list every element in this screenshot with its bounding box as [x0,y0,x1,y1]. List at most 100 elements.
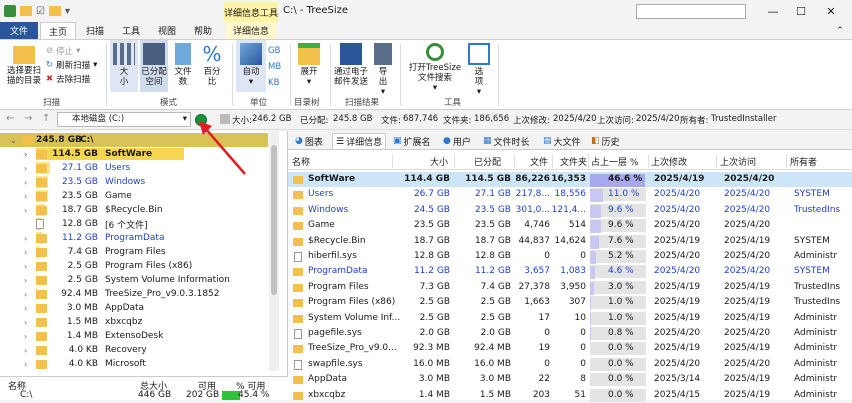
table-row[interactable]: 0.0 % xbxcqbz 1.4 MB 1.5 MB 203 51 2025/4/15 20… [288,388,852,403]
col-percent[interactable]: 占上一层 % [591,155,638,168]
tab-file[interactable]: 文件 [0,22,38,39]
export-button[interactable]: 导出 ▾ [372,40,394,97]
chevron-right-icon[interactable]: › [24,304,27,313]
chevron-right-icon[interactable]: › [24,332,27,341]
up-icon[interactable]: ↑ [42,113,50,124]
tab-details-list[interactable]: ☰ 详细信息 [332,133,387,149]
qa-dropdown-icon[interactable]: ▾ [65,6,70,17]
mode-alloc-button[interactable]: 已分配空间 [140,40,168,92]
col-name[interactable]: 名称 [292,155,310,168]
col-divider[interactable] [648,154,649,168]
chevron-right-icon[interactable]: › [24,318,27,327]
table-row[interactable]: 0.8 % pagefile.sys 2.0 GB 2.0 GB 0 0 2025/4/20… [288,326,852,341]
chevron-right-icon[interactable]: › [24,150,27,159]
open-search-button[interactable]: 打开TreeSize文件搜索 ▾ [406,40,464,93]
unit-kb-button[interactable]: KB [268,77,279,89]
tree-item[interactable]: › 3.0 MB AppData [0,301,268,315]
col-divider[interactable] [786,154,787,168]
col-divider[interactable] [454,154,455,168]
table-row[interactable]: 46.6 % SoftWare 114.4 GB 114.5 GB 86,226 16,3… [288,172,852,188]
col-divider[interactable] [552,154,553,168]
refresh-button[interactable]: ↻ 刷新扫描 ▾ [46,59,97,71]
search-input[interactable] [636,4,746,19]
tree-item[interactable]: › 11.2 GB ProgramData [0,231,268,245]
mode-files-button[interactable]: 文件数 [170,40,196,87]
chevron-right-icon[interactable]: › [24,206,27,215]
chevron-right-icon[interactable]: › [24,290,27,299]
table-row[interactable]: 0.0 % TreeSize_Pro_v9.0... 92.3 MB 92.4 MB 1… [288,341,852,356]
tree-item[interactable]: › 92.4 MB TreeSize_Pro_v9.0.3.1852 [0,287,268,301]
forward-icon[interactable]: → [24,113,32,124]
ribbon-collapse-icon[interactable]: ⌃ [832,22,848,39]
unit-gb-button[interactable]: GB [268,45,280,57]
minimize-icon[interactable]: — [758,0,788,22]
drive-select[interactable]: 本地磁盘 (C:) ▾ [57,112,191,127]
col-owner[interactable]: 所有者 [790,155,817,168]
tab-big-files[interactable]: ▤ 大文件 [540,133,584,149]
table-row[interactable]: 7.6 % $Recycle.Bin 18.7 GB 18.7 GB 44,837 14,… [288,234,852,249]
table-row[interactable]: 1.0 % System Volume Inf... 2.5 GB 2.5 GB 17 1… [288,311,852,326]
tab-users[interactable]: ● 用户 [440,133,474,149]
col-alloc[interactable]: 已分配 [474,155,501,168]
table-row[interactable]: 4.6 % ProgramData 11.2 GB 11.2 GB 3,657 1,083… [288,264,852,280]
tab-history[interactable]: ◧ 历史 [588,133,623,149]
chevron-right-icon[interactable]: › [24,164,27,173]
table-row[interactable]: 0.0 % swapfile.sys 16.0 MB 16.0 MB 0 0 2025/4/… [288,357,852,372]
tree-item[interactable]: › 4.0 KB Microsoft [0,357,268,371]
table-row[interactable]: 9.6 % Windows 24.5 GB 23.5 GB 301,0... 121,4.… [288,203,852,218]
tab-home[interactable]: 主页 [40,22,76,39]
tree-scrollbar-thumb[interactable] [271,145,277,295]
tree-item[interactable]: › 1.5 MB xbxcqbz [0,315,268,329]
chevron-right-icon[interactable]: › [24,192,27,201]
tree-scrollbar[interactable] [269,131,279,371]
checkbox-icon[interactable]: ☑ [36,6,45,17]
tab-file-age[interactable]: ▦ 文件时长 [480,133,533,149]
col-divider[interactable] [514,154,515,168]
chevron-right-icon[interactable]: › [24,178,27,187]
tab-scan[interactable]: 扫描 [78,22,112,39]
folder-icon[interactable] [20,6,32,16]
tab-details[interactable]: 详细信息 [226,22,276,39]
table-row[interactable]: 5.2 % hiberfil.sys 12.8 GB 12.8 GB 0 0 2025/4/… [288,249,852,264]
mode-percent-button[interactable]: % 百分比 [198,40,226,87]
tab-extensions[interactable]: ▣ 扩展名 [390,133,434,149]
tree-item[interactable]: › 2.5 GB Program Files (x86) [0,259,268,273]
chevron-right-icon[interactable]: › [24,360,27,369]
tree-item[interactable]: › 7.4 GB Program Files [0,245,268,259]
col-accessed[interactable]: 上次访问 [720,155,756,168]
col-modified[interactable]: 上次修改 [651,155,687,168]
tree-item[interactable]: › 1.4 MB ExtensoDesk [0,329,268,343]
tree-item[interactable]: 12.8 GB [6 个文件] [0,217,268,231]
select-dir-button[interactable]: 选择要扫描的目录 [4,40,44,86]
expand-button[interactable]: 展开 ▾ [294,40,324,87]
chevron-right-icon[interactable]: › [24,262,27,271]
table-row[interactable]: 1.0 % Program Files (x86) 2.5 GB 2.5 GB 1,66… [288,295,852,311]
tab-view[interactable]: 视图 [150,22,184,39]
unit-mb-button[interactable]: MB [268,61,281,73]
back-icon[interactable]: ← [6,113,14,124]
table-row[interactable]: 0.0 % AppData 3.0 MB 3.0 MB 22 8 2025/3/14 2025… [288,372,852,387]
col-size[interactable]: 大小 [430,155,448,168]
chevron-right-icon[interactable]: › [24,346,27,355]
table-row[interactable]: 11.0 % Users 26.7 GB 27.1 GB 217,8... 18,556 2… [288,187,852,203]
table-row[interactable]: 3.0 % Program Files 7.3 GB 7.4 GB 27,378 3,95… [288,280,852,295]
folder-small-icon[interactable] [48,6,61,16]
col-divider[interactable] [392,154,393,168]
tree-item[interactable]: › 18.7 GB $Recycle.Bin [0,203,268,217]
stop-button[interactable]: ⊘ 停止 ▾ [46,45,80,57]
col-divider[interactable] [588,154,589,168]
chevron-down-icon[interactable]: ⌄ [10,136,17,145]
col-folders[interactable]: 文件夹 [560,155,587,168]
remove-scan-button[interactable]: ✖ 去除扫描 [46,73,90,85]
tab-tools[interactable]: 工具 [114,22,148,39]
chevron-right-icon[interactable]: › [24,276,27,285]
tab-help[interactable]: 帮助 [186,22,220,39]
tree-item[interactable]: › 4.0 KB Recovery [0,343,268,357]
col-files[interactable]: 文件 [530,155,548,168]
table-row[interactable]: 9.6 % Game 23.5 GB 23.5 GB 4,746 514 2025/4/20… [288,218,852,234]
chevron-right-icon[interactable]: › [24,234,27,243]
email-button[interactable]: 通过电子邮件发送 [332,40,370,87]
options-button[interactable]: 选项 ▾ [466,40,492,97]
tree-item[interactable]: › 2.5 GB System Volume Information [0,273,268,287]
mode-size-button[interactable]: 大小 [110,40,138,92]
